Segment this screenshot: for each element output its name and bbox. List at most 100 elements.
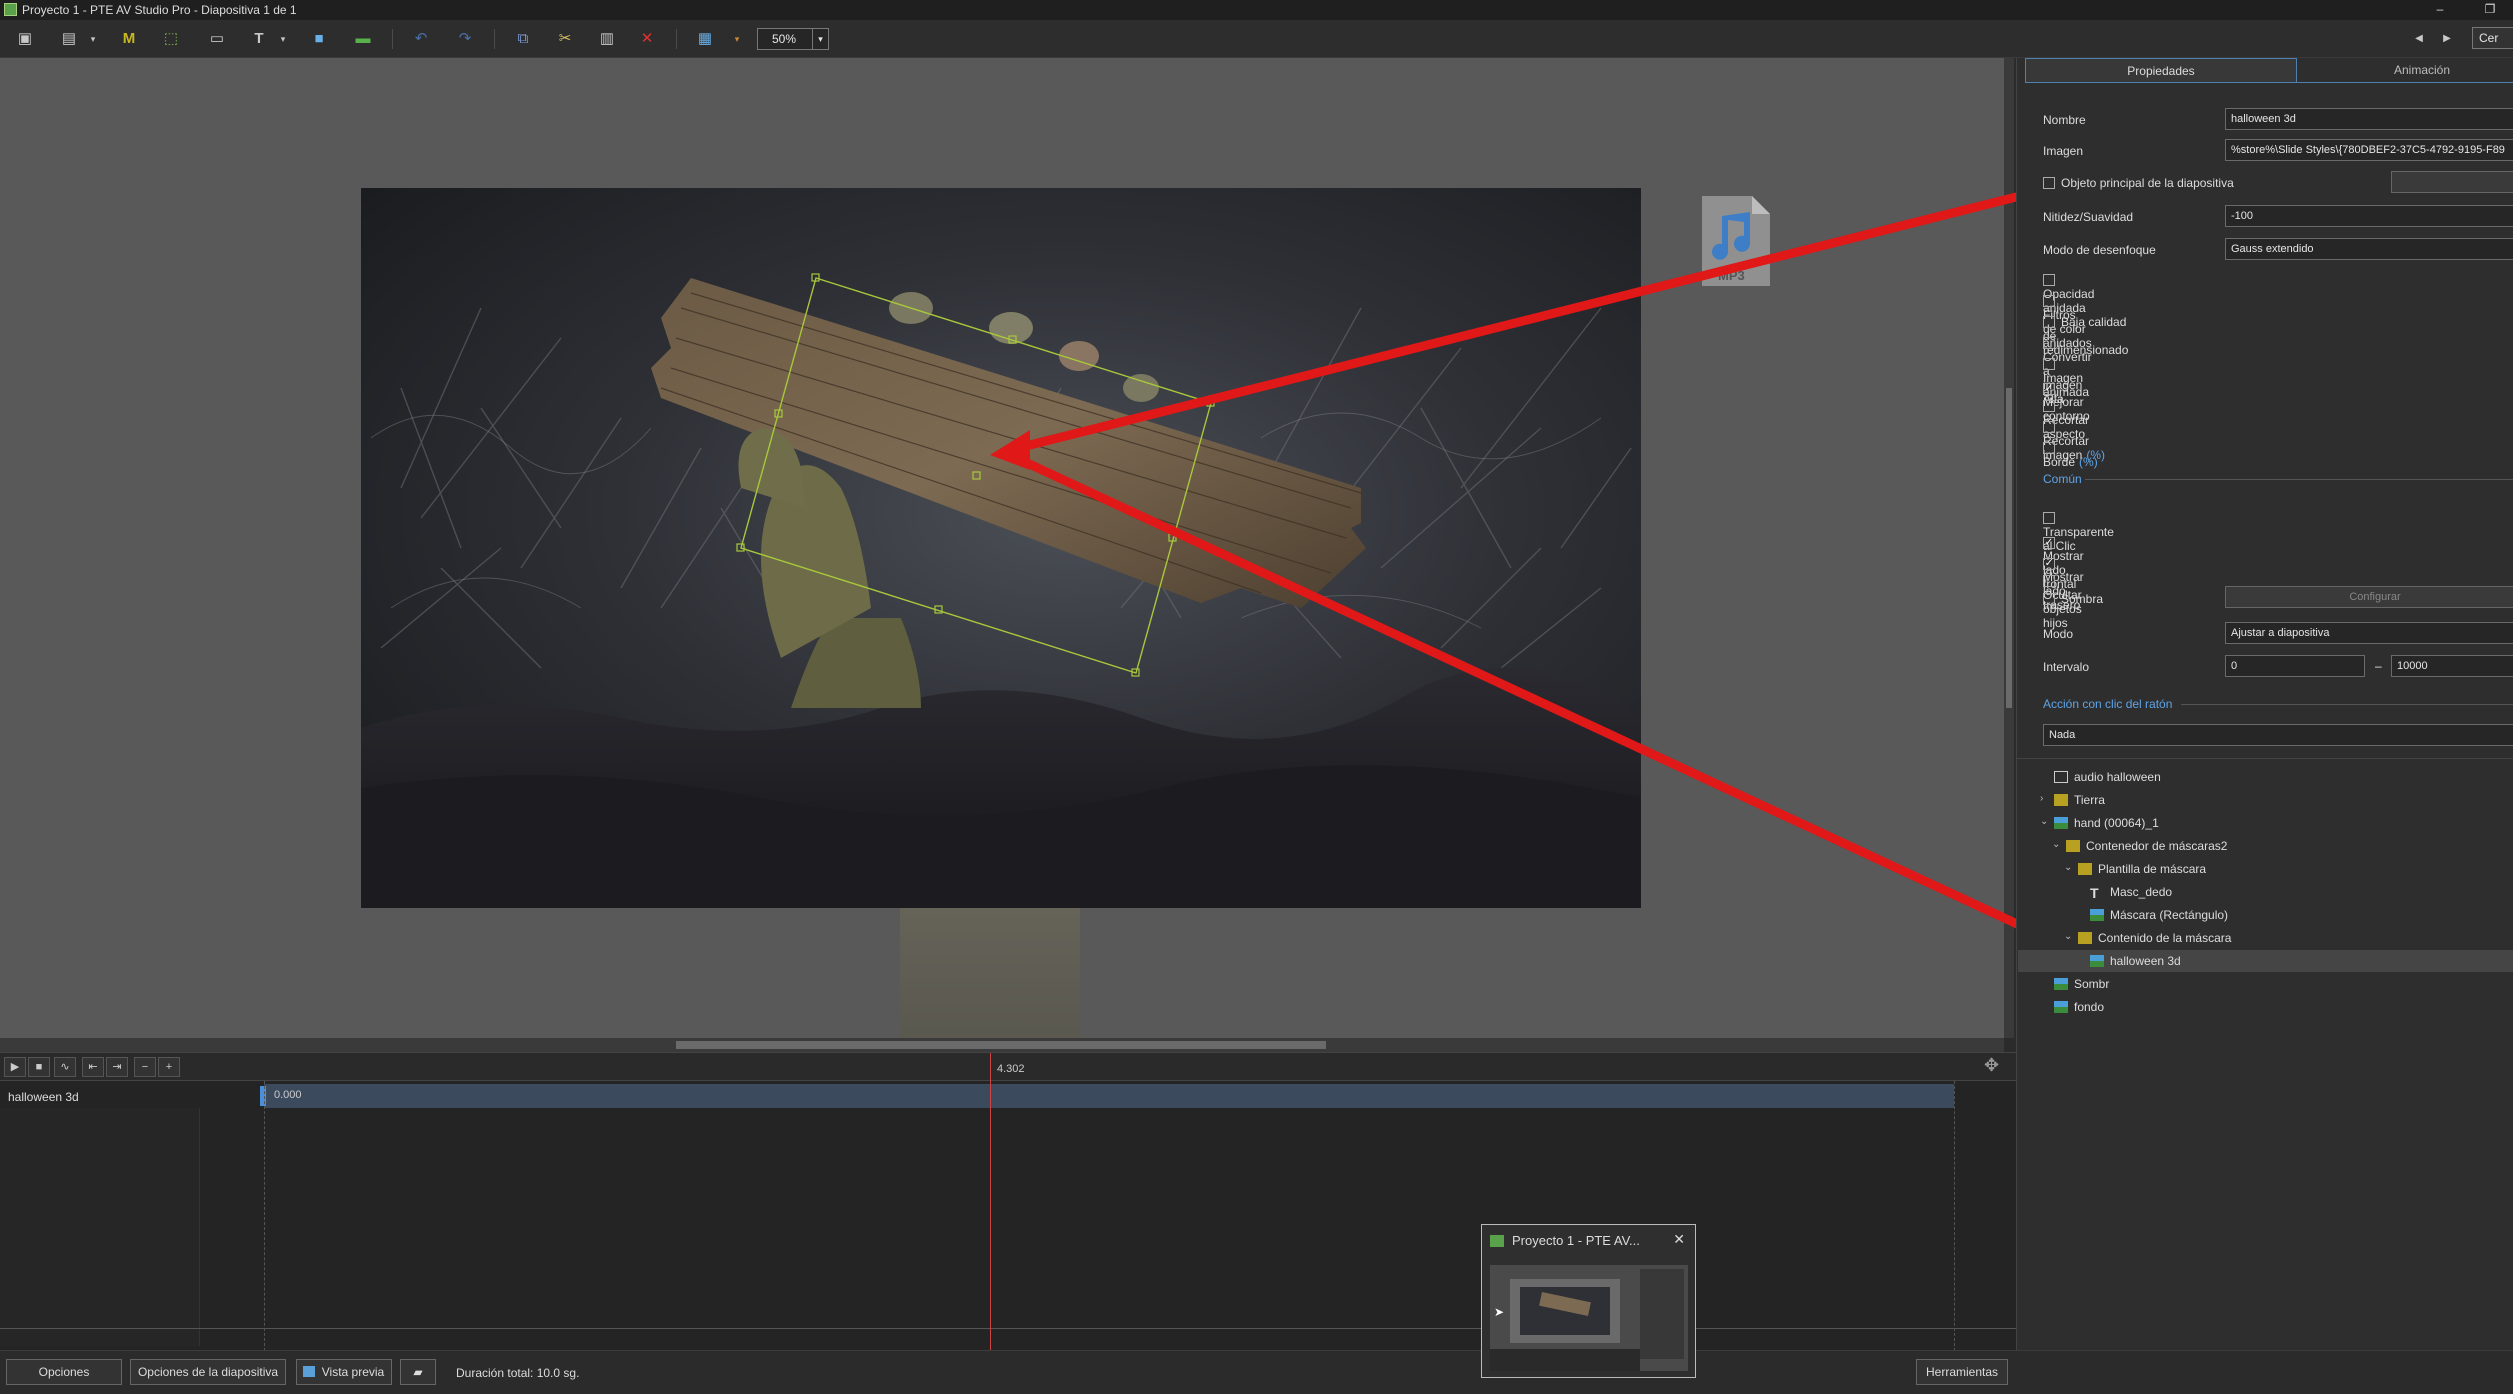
tree-item[interactable]: fondo	[2054, 997, 2104, 1017]
checkbox-box[interactable]	[2043, 358, 2055, 370]
common-section-title: Común	[2043, 472, 2082, 486]
slide-options-button[interactable]: Opciones de la diapositiva	[130, 1359, 286, 1385]
taskbar-thumbnail-popup[interactable]: Proyecto 1 - PTE AV... ✕ ➤	[1481, 1224, 1696, 1378]
remove-key-icon[interactable]: −	[134, 1057, 156, 1077]
chevron-down-icon[interactable]: ⌄	[2040, 816, 2048, 827]
window-preview[interactable]: ➤	[1490, 1265, 1688, 1371]
main-object-checkbox[interactable]: Objeto principal de la diapositiva	[2043, 176, 2234, 192]
checkbox-box[interactable]	[2043, 400, 2055, 412]
interval-dash: –	[2375, 659, 2382, 673]
audio-icon	[2054, 771, 2068, 783]
option-checkbox[interactable]: Convertir a imagen Alfa	[2043, 336, 2092, 406]
tree-item[interactable]: T Masc_dedo	[2090, 882, 2172, 902]
publish-button[interactable]: ▰	[400, 1359, 436, 1385]
option-checkbox[interactable]: Recortar aspecto	[2043, 399, 2089, 441]
tree-item[interactable]: Plantilla de máscara	[2078, 859, 2206, 879]
mode-label: Modo	[2043, 627, 2074, 641]
checkmark-icon[interactable]: ✓	[2043, 537, 2055, 549]
options-button[interactable]: Opciones	[6, 1359, 122, 1385]
prev-key-icon[interactable]: ⇤	[82, 1057, 104, 1077]
checkbox-box[interactable]	[2043, 575, 2055, 587]
checkmark-icon[interactable]: ✓	[2043, 383, 2055, 395]
option-checkbox[interactable]: Recortar imagen (%)	[2043, 420, 2105, 462]
mode-select[interactable]: Ajustar a diapositiva	[2225, 622, 2513, 644]
checkbox-box[interactable]	[2043, 337, 2055, 349]
properties-panel: Propiedades Animación Nombre halloween 3…	[2016, 58, 2513, 1350]
tree-item[interactable]: audio halloween	[2054, 767, 2161, 787]
common-option-checkbox[interactable]: Transparente al Clic	[2043, 511, 2114, 553]
option-checkbox[interactable]: Borde (%)	[2043, 441, 2098, 469]
checkbox-box[interactable]	[2043, 316, 2055, 328]
common-option-checkbox[interactable]: ✓Mostrar lado trasero	[2043, 553, 2084, 612]
track-row[interactable]: halloween 3d 0.000	[0, 1084, 2016, 1108]
tab-properties[interactable]: Propiedades	[2025, 58, 2297, 82]
track-bar[interactable]: 0.000	[260, 1084, 1954, 1108]
checkbox-box[interactable]	[2043, 295, 2055, 307]
option-checkbox[interactable]: Filtros de color anidados	[2043, 294, 2092, 350]
preview-plank	[1539, 1291, 1591, 1317]
checkbox-box[interactable]	[2043, 421, 2055, 433]
tree-item[interactable]: Máscara (Rectángulo)	[2090, 905, 2228, 925]
timeline[interactable]: ▶ ■ ∿ ⇤ ⇥ − + 4.302 ✥ halloween 3d 0.000	[0, 1052, 2016, 1351]
common-option-checkbox[interactable]: Ocultar objetos hijos	[2043, 574, 2082, 630]
waveform-icon[interactable]: ∿	[54, 1057, 76, 1077]
tools-button[interactable]: Herramientas	[1916, 1359, 2008, 1385]
shadow-checkbox[interactable]: Sombra	[2043, 592, 2103, 608]
checkbox-box[interactable]	[2043, 593, 2055, 605]
checkbox-box[interactable]	[2043, 274, 2055, 286]
checkmark-icon[interactable]: ✓	[2043, 558, 2055, 570]
image-icon	[2090, 909, 2104, 921]
tree-item-label: Contenido de la máscara	[2098, 931, 2232, 945]
next-key-icon[interactable]: ⇥	[106, 1057, 128, 1077]
option-checkbox[interactable]: ✓Mejorar contorno	[2043, 378, 2090, 423]
checkbox-box[interactable]	[2043, 177, 2055, 189]
checkbox-box[interactable]	[2043, 512, 2055, 524]
tree-item-label: fondo	[2074, 1000, 2105, 1014]
option-checkbox[interactable]: Opacidad anidada	[2043, 273, 2094, 315]
name-field[interactable]: halloween 3d	[2225, 108, 2513, 130]
tree-divider	[2017, 758, 2513, 759]
move-icon[interactable]: ✥	[1984, 1055, 1999, 1076]
tab-animation[interactable]: Animación	[2347, 58, 2497, 82]
time-cursor[interactable]	[990, 1053, 991, 1351]
popup-title: Proyecto 1 - PTE AV...	[1512, 1233, 1640, 1248]
sharpness-field[interactable]: -100	[2225, 205, 2513, 227]
play-icon[interactable]: ▶	[4, 1057, 26, 1077]
tree-item[interactable]: hand (00064)_1	[2054, 813, 2159, 833]
timeline-ruler[interactable]: ▶ ■ ∿ ⇤ ⇥ − + 4.302 ✥	[0, 1053, 2016, 1081]
close-icon[interactable]: ✕	[1673, 1231, 1685, 1248]
image-path-field[interactable]: %store%\Slide Styles\{780DBEF2-37C5-4792…	[2225, 139, 2513, 161]
chevron-right-icon[interactable]: ›	[2040, 793, 2043, 804]
chevron-down-icon[interactable]: ⌄	[2064, 862, 2072, 873]
interval-to-field[interactable]: 10000	[2391, 655, 2513, 677]
mouse-action-select[interactable]: Nada	[2043, 724, 2513, 746]
chevron-down-icon[interactable]: ⌄	[2052, 839, 2060, 850]
image-icon	[2054, 817, 2068, 829]
option-checkbox[interactable]: Imagen animada	[2043, 357, 2089, 399]
start-line	[264, 1081, 265, 1351]
tree-item[interactable]: Contenido de la máscara	[2078, 928, 2231, 948]
preview-label: Vista previa	[321, 1365, 385, 1379]
keyframe-handle[interactable]	[260, 1086, 266, 1106]
image-icon	[2090, 955, 2104, 967]
image-icon	[2054, 978, 2068, 990]
tree-item[interactable]: Sombr	[2054, 974, 2109, 994]
track-list-panel	[0, 1108, 200, 1346]
configure-button[interactable]: Configurar	[2225, 586, 2513, 608]
blur-mode-select[interactable]: Gauss extendido	[2225, 238, 2513, 260]
status-bar: Opciones Opciones de la diapositiva Vist…	[0, 1350, 2513, 1394]
tree-item[interactable]: Tierra	[2054, 790, 2105, 810]
interval-from-field[interactable]: 0	[2225, 655, 2365, 677]
mask-container-icon	[2054, 794, 2068, 806]
tree-item[interactable]: Contenedor de máscaras2	[2066, 836, 2227, 856]
chevron-down-icon[interactable]: ⌄	[2064, 931, 2072, 942]
option-checkbox[interactable]: Baja calidad de redimensionado	[2043, 315, 2128, 357]
main-object-select[interactable]	[2391, 171, 2513, 193]
checkbox-box[interactable]	[2043, 442, 2055, 454]
stop-icon[interactable]: ■	[28, 1057, 50, 1077]
common-option-checkbox[interactable]: ✓Mostrar lado frontal	[2043, 532, 2084, 591]
tree-item[interactable]: halloween 3d	[2090, 951, 2181, 971]
timeline-divider	[0, 1328, 2016, 1329]
add-key-icon[interactable]: +	[158, 1057, 180, 1077]
preview-button[interactable]: Vista previa	[296, 1359, 392, 1385]
